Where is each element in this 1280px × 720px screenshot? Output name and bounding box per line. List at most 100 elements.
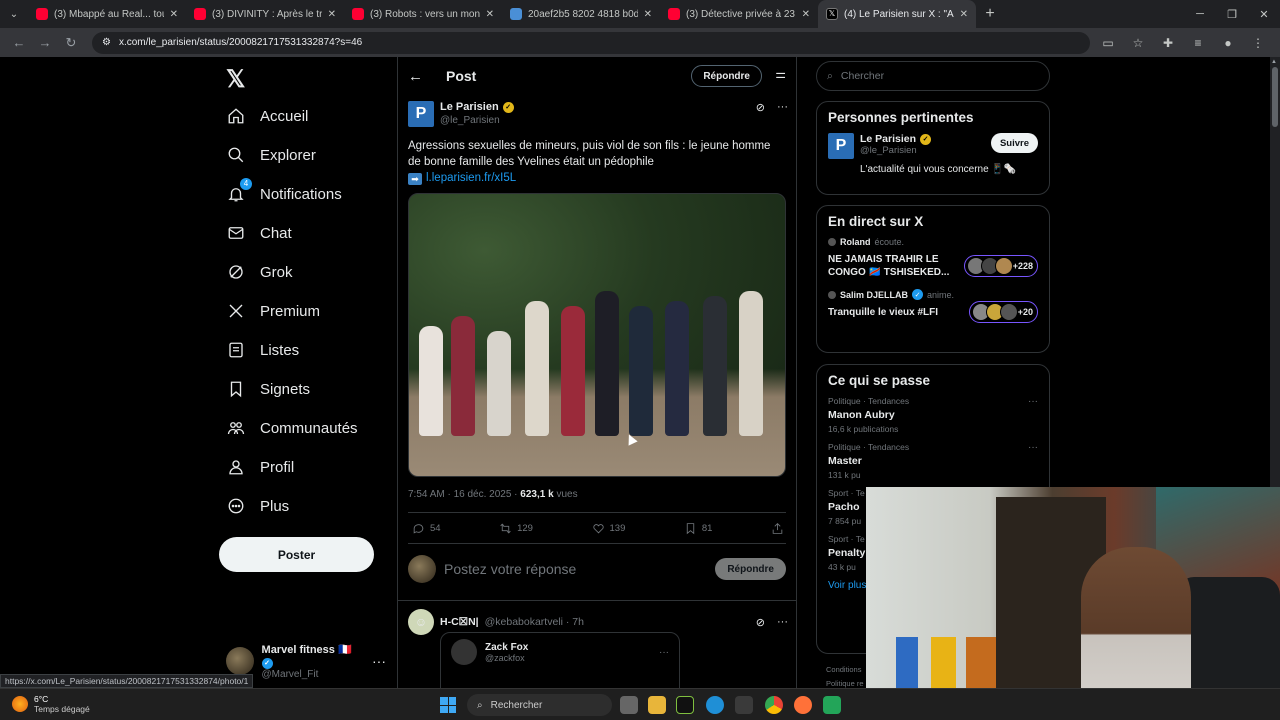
close-tab-icon[interactable]: ✕ — [802, 9, 810, 20]
media-icon[interactable]: ≡ — [1188, 36, 1208, 50]
browser-toolbar: ← → ↻ ⚙ x.com/le_parisien/status/2000821… — [0, 28, 1280, 57]
new-tab-plus-icon[interactable]: + — [976, 5, 1004, 23]
search-input[interactable]: ⌕ Chercher — [816, 61, 1050, 91]
browser-tab-strip: ⌄ (3) Mbappé au Real... touché p✕ (3) DI… — [0, 0, 1280, 28]
close-tab-icon[interactable]: ✕ — [328, 9, 336, 20]
search-icon: ⌕ — [477, 699, 483, 711]
app-icon[interactable] — [823, 696, 841, 714]
nav-item-lists[interactable]: Listes — [226, 337, 299, 363]
reply-tweet[interactable]: ☺ H-C☒N| @kebabokartveli · 7h ⊘ ··· Zack … — [408, 609, 788, 702]
close-tab-icon[interactable]: ✕ — [486, 9, 494, 20]
profile-avatar-icon[interactable]: ● — [1218, 36, 1238, 50]
x-logo-icon[interactable]: 𝕏 — [226, 65, 245, 94]
nav-item-more[interactable]: Plus — [226, 493, 289, 519]
grok-icon[interactable]: ⊘ — [756, 101, 765, 127]
file-explorer-icon[interactable] — [648, 696, 666, 714]
divider — [408, 512, 786, 513]
taskbar-search[interactable]: ⌕ Rechercher — [467, 694, 612, 716]
reload-icon[interactable]: ↻ — [58, 35, 84, 51]
windows-start-icon[interactable] — [440, 697, 456, 713]
nav-item-home[interactable]: Accueil — [226, 103, 308, 129]
nav-item-profile[interactable]: Profil — [226, 454, 294, 480]
nav-item-bookmarks[interactable]: Signets — [226, 376, 310, 402]
photo-figure — [419, 326, 443, 436]
browser-tab[interactable]: 20aef2b5 8202 4818 b0dc 43f2✕ — [502, 0, 660, 28]
reply-filter-button[interactable]: Répondre — [691, 65, 762, 87]
back-arrow-icon[interactable]: ← — [408, 68, 438, 85]
weather-widget[interactable]: 6°C Temps dégagé — [12, 694, 90, 714]
minimize-icon[interactable]: ─ — [1184, 0, 1216, 28]
nav-item-premium[interactable]: Premium — [226, 298, 320, 324]
store-icon[interactable] — [735, 696, 753, 714]
home-icon — [226, 106, 246, 126]
photo-figure — [595, 291, 619, 436]
author-handle[interactable]: @le_Parisien — [440, 115, 514, 126]
site-info-icon[interactable]: ⚙ — [102, 37, 111, 48]
nav-item-grok[interactable]: Grok — [226, 259, 293, 285]
quoted-author: Zack Fox @zackfox ··· — [451, 639, 669, 665]
verified-badge-icon: ✓ — [502, 101, 514, 113]
browser-tab[interactable]: (3) Robots : vers un monde san✕ — [344, 0, 502, 28]
bookmark-star-icon[interactable]: ☆ — [1128, 36, 1148, 50]
share-action[interactable] — [771, 522, 784, 535]
divider — [398, 600, 796, 601]
live-space-item[interactable]: Roland écoute. NE JAMAIS TRAHIR LE CONGO … — [828, 237, 1038, 279]
nvidia-icon[interactable] — [676, 696, 694, 714]
bell-icon: 4 — [226, 178, 252, 204]
more-dots-icon[interactable]: ··· — [372, 653, 386, 669]
more-dots-icon[interactable]: ··· — [777, 101, 788, 127]
close-tab-icon[interactable]: ✕ — [644, 9, 652, 20]
le-parisien-logo-avatar[interactable]: P — [408, 101, 434, 127]
browser-tab[interactable]: (3) DIVINITY : Après le trailer, L✕ — [186, 0, 344, 28]
more-dots-icon[interactable]: ··· — [1028, 442, 1038, 453]
extensions-icon[interactable]: ✚ — [1158, 36, 1178, 50]
more-dots-icon[interactable]: ··· — [777, 616, 788, 629]
more-dots-icon[interactable]: ··· — [1028, 396, 1038, 407]
browser-tab-active[interactable]: 𝕏(4) Le Parisien sur X : "Agressio✕ — [818, 0, 976, 28]
more-dots-icon[interactable]: ··· — [659, 647, 669, 658]
firefox-icon[interactable] — [794, 696, 812, 714]
forward-arrow-icon[interactable]: → — [32, 35, 58, 50]
nav-item-chat[interactable]: Chat — [226, 220, 292, 246]
post-button[interactable]: Poster — [219, 537, 374, 572]
menu-kebab-icon[interactable]: ⋮ — [1248, 36, 1268, 50]
reply-action[interactable]: 54 — [412, 522, 441, 535]
close-window-icon[interactable]: ✕ — [1248, 0, 1280, 28]
task-view-icon[interactable] — [620, 696, 638, 714]
close-tab-icon[interactable]: ✕ — [170, 9, 178, 20]
bookmark-action[interactable]: 81 — [684, 522, 712, 535]
scrollbar-thumb[interactable] — [1272, 67, 1278, 127]
nav-item-communities[interactable]: Communautés — [226, 415, 358, 441]
cast-icon[interactable]: ▭ — [1098, 36, 1118, 50]
reply-input[interactable]: Postez votre réponse — [444, 561, 707, 577]
follow-button[interactable]: Suivre — [990, 133, 1038, 153]
trend-item[interactable]: Politique · Tendances Manon Aubry 16,6 k… — [828, 396, 1038, 434]
chrome-icon[interactable] — [765, 696, 783, 714]
edge-icon[interactable] — [706, 696, 724, 714]
author-name[interactable]: Le Parisien ✓ — [440, 101, 514, 113]
reply-actions: ⊘ ··· — [756, 616, 788, 629]
tab-search-chevron-icon[interactable]: ⌄ — [0, 0, 28, 28]
maximize-icon[interactable]: ❐ — [1216, 0, 1248, 28]
avatar[interactable]: ☺ — [408, 609, 434, 635]
tweet-link[interactable]: l.leparisien.fr/xI5L — [426, 172, 516, 184]
trend-item[interactable]: Politique · Tendances Master 131 k pu ··… — [828, 442, 1038, 480]
listeners-chip: +228 — [963, 255, 1038, 277]
close-tab-icon[interactable]: ✕ — [960, 9, 968, 20]
nav-item-notifications[interactable]: 4 Notifications — [226, 178, 342, 207]
sliders-icon[interactable]: ⚌ — [775, 67, 786, 81]
reply-submit-button[interactable]: Répondre — [715, 558, 786, 580]
nav-item-explore[interactable]: Explorer — [226, 142, 316, 168]
tweet-photo[interactable] — [408, 193, 786, 477]
grok-icon[interactable]: ⊘ — [756, 616, 765, 629]
verified-badge-icon: ✓ — [920, 133, 932, 145]
repost-action[interactable]: 129 — [499, 522, 533, 535]
browser-tab[interactable]: (3) Détective privée à 23 ans : S✕ — [660, 0, 818, 28]
live-space-item[interactable]: Salim DJELLAB ✓ anime. Tranquille le vieux… — [828, 289, 1038, 323]
scroll-up-icon[interactable]: ▲ — [1271, 59, 1277, 65]
browser-tab[interactable]: (3) Mbappé au Real... touché p✕ — [28, 0, 186, 28]
address-bar[interactable]: ⚙ x.com/le_parisien/status/2000821717531… — [92, 31, 1090, 54]
relevant-person[interactable]: P Le Parisien ✓ @le_Parisien Suivre — [828, 133, 1038, 159]
like-action[interactable]: 139 — [592, 522, 625, 535]
back-arrow-icon[interactable]: ← — [6, 35, 32, 50]
